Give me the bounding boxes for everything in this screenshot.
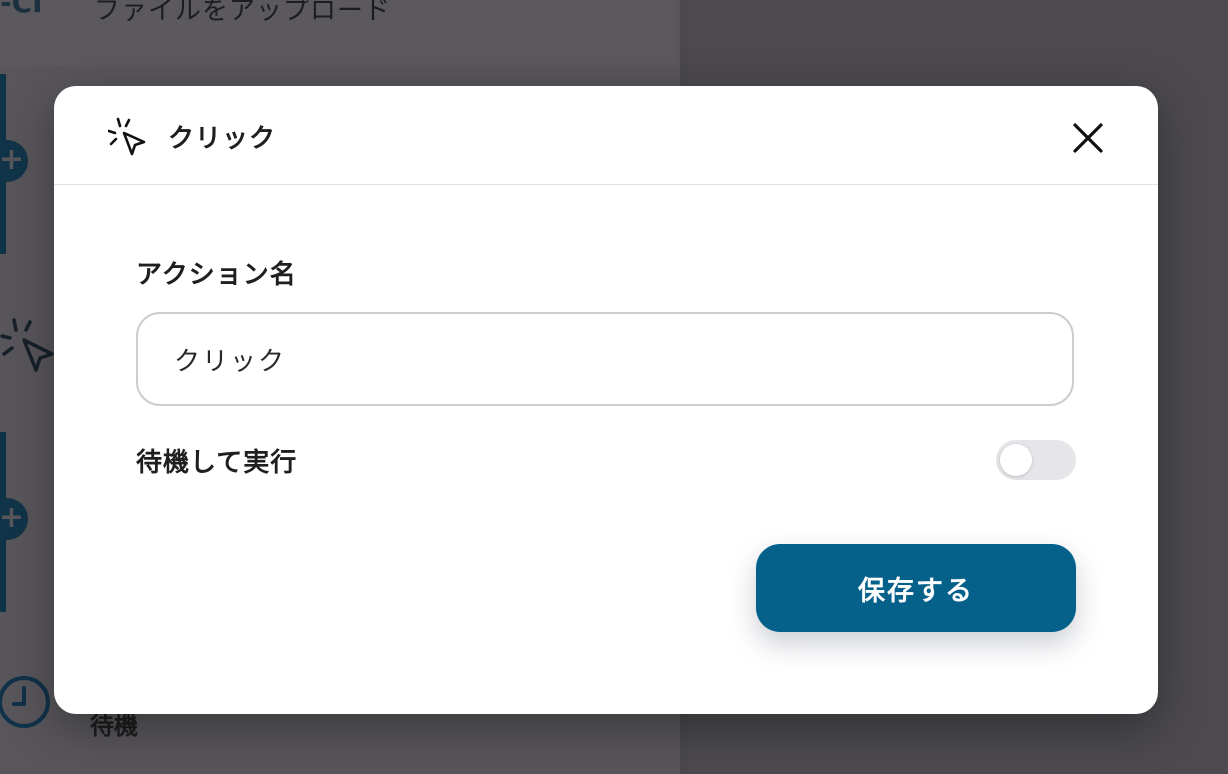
- click-pointer-icon: [108, 117, 146, 156]
- wait-and-run-label: 待機して実行: [136, 448, 298, 478]
- click-action-dialog: クリック アクション名 待機して実行 保存する: [54, 86, 1158, 714]
- save-button[interactable]: 保存する: [756, 544, 1076, 632]
- toggle-knob: [1000, 444, 1032, 476]
- dialog-header: クリック: [54, 86, 1158, 185]
- upload-file-step-card: -CI ファイルをアップロード: [0, 0, 676, 66]
- close-icon: [1073, 123, 1103, 153]
- action-name-input[interactable]: [136, 312, 1074, 406]
- click-step-icon: [0, 318, 54, 372]
- wait-and-run-toggle[interactable]: [996, 440, 1076, 480]
- screen: -CI ファイルをアップロード + + 待機 クリック アクション名 クリック …: [0, 0, 1228, 774]
- dialog-title: クリック: [168, 124, 277, 154]
- action-name-label: アクション名: [136, 260, 297, 290]
- upload-step-icon: -CI: [0, 0, 43, 19]
- upload-step-label: ファイルをアップロード: [94, 0, 392, 26]
- add-step-button[interactable]: +: [0, 498, 28, 540]
- clock-icon: [0, 676, 50, 728]
- add-step-button[interactable]: +: [0, 140, 28, 182]
- close-button[interactable]: [1066, 116, 1110, 160]
